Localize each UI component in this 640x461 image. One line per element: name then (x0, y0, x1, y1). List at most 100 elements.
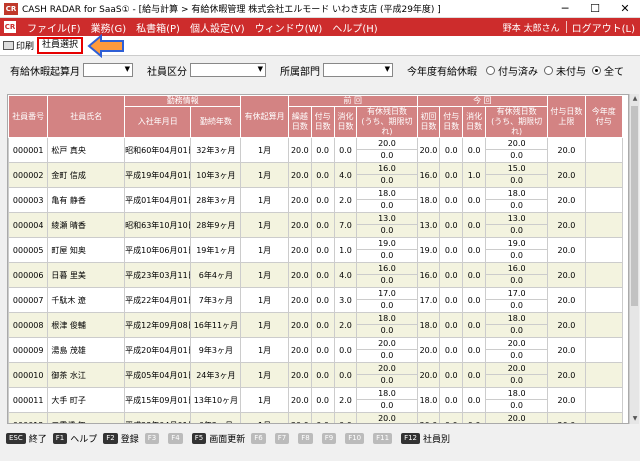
start-month-dropdown[interactable] (83, 63, 133, 77)
maximize-icon[interactable]: ☐ (580, 0, 610, 18)
fkey-esc[interactable]: ESC 終了 (6, 432, 47, 445)
fkey-f5[interactable]: F5 画面更新 (191, 432, 245, 445)
cell-cur-first: 18.0 (416, 387, 441, 413)
cell-this-year (584, 237, 624, 263)
col-emp-no: 社員番号 (8, 95, 49, 138)
scroll-thumb[interactable] (631, 106, 638, 306)
cell-cur-used: 0.0 (462, 187, 486, 213)
cell-cur-used: 1.0 (462, 162, 486, 188)
cell-start-month: 1月 (240, 137, 289, 163)
table-row[interactable]: 000012二重橋 舞平成23年04月01日6年2ヶ月1月20.00.00.02… (8, 412, 624, 423)
table-row[interactable]: 000006 日暮 里美 平成23年03月11日 6年4ヶ月 1月 20.0 0.0 4.0 1… (8, 262, 624, 288)
cell-emp-name: 千駄木 遼 (47, 287, 126, 313)
fkey-label: ヘルプ (70, 434, 98, 445)
menu-personal[interactable]: 個人設定(V) (185, 20, 250, 35)
table-row[interactable]: 000005 町屋 知奥 平成10年06月01日 19年1ヶ月 1月 20.0 0.0 1.0… (8, 237, 624, 263)
cell-hire-date: 平成12年09月08日 (124, 312, 192, 338)
menu-file[interactable]: ファイル(F) (22, 20, 86, 35)
cell-this-year (584, 137, 624, 163)
cell-cur-first: 18.0 (416, 312, 441, 338)
radio-circle[interactable] (486, 65, 495, 75)
radio-granted[interactable]: 付与済み (486, 63, 538, 78)
close-icon[interactable]: ✕ (610, 0, 640, 18)
fkey-f2[interactable]: F2 登録 (103, 432, 139, 445)
cell-cur-used: 0.0 (462, 237, 486, 263)
class-label: 社員区分 (147, 66, 187, 78)
menu-divider (565, 21, 567, 33)
table-row[interactable]: 000008 根津 俊輔 平成12年09月08日 16年11ヶ月 1月 20.0 0.0 2.… (8, 312, 624, 338)
table-row[interactable]: 000011 大手 町子 平成15年09月01日 13年10ヶ月 1月 20.0 0.0 2.… (8, 387, 624, 413)
remain-days: 18.0 (486, 389, 547, 400)
radio-circle[interactable] (544, 65, 553, 75)
minimize-icon[interactable]: ─ (550, 0, 580, 18)
employee-select-button[interactable]: 社員選択 (37, 37, 84, 54)
scroll-up-icon[interactable]: ▲ (630, 94, 640, 104)
vertical-scrollbar[interactable]: ▲ ▼ (629, 94, 639, 424)
remain-days: 19.0 (357, 239, 417, 250)
printer-icon (3, 41, 14, 50)
remain-days: 20.0 (486, 139, 547, 150)
remain-days: 19.0 (486, 239, 547, 250)
col-cur-first: 初回 日数 (416, 106, 441, 138)
remain-days: 20.0 (487, 414, 547, 423)
cell-emp-no: 000006 (8, 262, 49, 288)
table-row[interactable]: 000003 亀有 静香 平成01年04月01日 28年3ヶ月 1月 20.0 0.0 2.0… (8, 187, 624, 213)
cell-cur-used: 0.0 (462, 212, 486, 238)
table-row[interactable]: 000002 金町 信成 平成19年04月01日 10年3ヶ月 1月 20.0 0.0 4.0… (8, 162, 624, 188)
cell-cur-used: 0.0 (462, 312, 486, 338)
user-name: 野本 太郎さん (502, 23, 560, 34)
menu-window[interactable]: ウィンドウ(W) (250, 20, 328, 35)
cell-years: 10年3ヶ月 (190, 162, 242, 188)
cell-hire-date: 平成23年03月11日 (124, 262, 192, 288)
class-dropdown[interactable] (190, 63, 266, 77)
fkey-f4: F4 (168, 432, 185, 444)
cell-years: 16年11ヶ月 (190, 312, 242, 338)
expired-days: 0.0 (380, 276, 394, 285)
col-emp-name: 社員氏名 (47, 95, 126, 138)
print-button[interactable]: 印刷 (0, 37, 37, 55)
table-row[interactable]: 000001 松戸 真央 昭和60年04月01日 32年3ヶ月 1月 20.0 0.0 0.0… (8, 137, 624, 163)
radio-not-granted[interactable]: 未付与 (544, 63, 586, 78)
cell-cur-given: 0.0 (439, 262, 464, 288)
table-row[interactable]: 000009 湯島 茂雄 平成20年04月01日 9年3ヶ月 1月 20.0 0.0 0.0 2… (8, 337, 624, 363)
dept-dropdown[interactable] (323, 63, 393, 77)
logout-button[interactable]: ログアウト(L) (567, 20, 640, 35)
cell-this-year (584, 187, 624, 213)
cell-prev-used: 3.0 (333, 287, 358, 313)
fkey-f3: F3 (144, 432, 162, 444)
fkey-cap: F9 (321, 432, 337, 444)
menu-help[interactable]: ヘルプ(H) (327, 20, 382, 35)
cell-prev-given: 0.0 (310, 187, 335, 213)
cell-prev-used: 4.0 (333, 162, 358, 188)
table-row[interactable]: 000007 千駄木 遼平成22年04月01日 7年3ヶ月 1月 20.0 0.0 3.0 1… (8, 287, 624, 313)
radio-all[interactable]: 全て (592, 63, 624, 78)
fkey-f12[interactable]: F12 社員別 (401, 432, 450, 445)
cell-prev-used: 7.0 (333, 212, 358, 238)
col-prev-given: 付与 日数 (310, 106, 335, 138)
col-start-month: 有休起算月 (240, 95, 289, 138)
col-grant-max: 付与日数 上限 (547, 95, 586, 138)
remain-days: 20.0 (357, 339, 417, 350)
cell-hire-date: 昭和63年10月10日 (124, 212, 192, 238)
table-row[interactable]: 000010 御茶 水江 平成05年04月01日 24年3ヶ月 1月 20.0 0.0 0.0… (8, 362, 624, 388)
cell-hire-date: 平成23年04月01日 (124, 412, 192, 423)
cell-start-month: 1月 (240, 212, 289, 238)
table-row[interactable]: 000004 綾瀬 晴香 昭和63年10月10日 28年9ヶ月 1月 20.0 0.0 7.0… (8, 212, 624, 238)
expired-days: 0.0 (380, 151, 394, 160)
cell-prev-used: 0.0 (333, 412, 358, 423)
fkey-cap: F8 (298, 432, 313, 444)
menu-mailbox[interactable]: 私書箱(P) (131, 20, 185, 35)
remain-days: 18.0 (486, 314, 547, 325)
cell-years: 6年2ヶ月 (190, 412, 242, 423)
cell-prev-remain: 18.0 0.0 (356, 187, 418, 213)
cell-this-year (584, 362, 624, 388)
paid-leave-label: 今年度有給休暇 (407, 66, 477, 78)
menu-logo-icon: CR (4, 21, 16, 33)
remain-days: 13.0 (357, 214, 417, 225)
expired-days: 0.0 (510, 176, 523, 185)
fkey-f1[interactable]: F1 ヘルプ (52, 432, 98, 445)
scroll-down-icon[interactable]: ▼ (630, 414, 640, 424)
radio-circle-selected[interactable] (592, 65, 601, 75)
menu-business[interactable]: 業務(G) (86, 20, 132, 35)
cell-cur-used: 0.0 (462, 362, 486, 388)
